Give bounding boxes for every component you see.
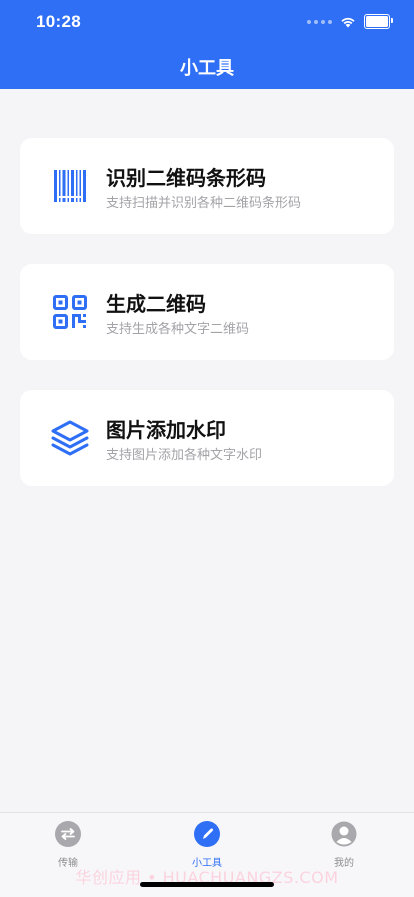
tool-subtitle: 支持扫描并识别各种二维码条形码 bbox=[106, 196, 302, 211]
barcode-icon bbox=[54, 170, 86, 202]
tool-subtitle: 支持生成各种文字二维码 bbox=[106, 322, 250, 337]
pen-icon bbox=[194, 821, 220, 847]
tool-title: 识别二维码条形码 bbox=[106, 166, 266, 190]
tool-card-generate-qr[interactable]: 生成二维码 支持生成各种文字二维码 bbox=[20, 264, 394, 360]
qr-code-icon bbox=[53, 295, 87, 329]
tab-tools[interactable]: 小工具 bbox=[167, 821, 247, 869]
layers-icon bbox=[51, 420, 89, 456]
battery-icon bbox=[364, 14, 393, 29]
tab-mine[interactable]: 我的 bbox=[304, 821, 384, 869]
signal-icon bbox=[307, 19, 332, 24]
status-time: 10:28 bbox=[36, 12, 81, 31]
wifi-icon bbox=[341, 17, 355, 27]
user-icon bbox=[331, 821, 357, 847]
status-icons bbox=[307, 14, 393, 29]
tool-card-scan-code[interactable]: 识别二维码条形码 支持扫描并识别各种二维码条形码 bbox=[20, 138, 394, 234]
tool-subtitle: 支持图片添加各种文字水印 bbox=[106, 448, 263, 463]
home-indicator bbox=[140, 882, 274, 887]
app-header: 10:28 小工具 bbox=[0, 0, 414, 89]
tool-title: 图片添加水印 bbox=[106, 418, 226, 442]
tab-transfer[interactable]: 传输 bbox=[28, 821, 108, 869]
transfer-icon bbox=[55, 821, 81, 847]
tool-title: 生成二维码 bbox=[106, 292, 206, 316]
tool-card-watermark[interactable]: 图片添加水印 支持图片添加各种文字水印 bbox=[20, 390, 394, 486]
page-title: 小工具 bbox=[180, 58, 234, 79]
